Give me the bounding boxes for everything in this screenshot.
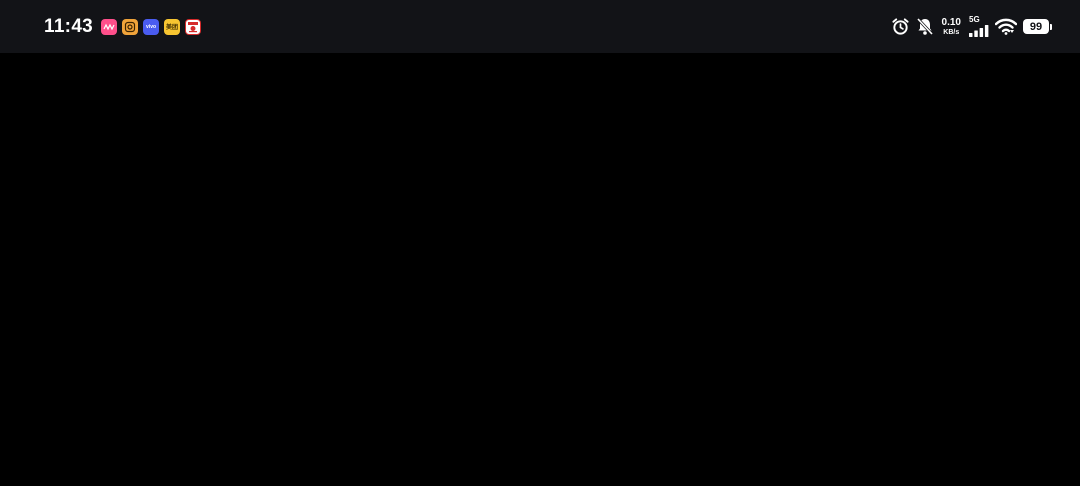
instagram-like-app-icon (122, 18, 139, 35)
status-bar-left: 11:43 vivo 美团 (44, 15, 202, 38)
vivo-app-icon: vivo (143, 18, 160, 35)
main-content-area (0, 53, 1080, 486)
bell-muted-icon (916, 17, 934, 36)
network-speed-value: 0.10 (941, 16, 961, 28)
screen: 11:43 vivo 美团 0.10 KB/s 5G 99 (0, 0, 1080, 486)
status-bar-right: 0.10 KB/s 5G 99 (891, 16, 1052, 37)
network-type-label: 5G (969, 15, 980, 24)
network-speed: 0.10 KB/s (941, 16, 961, 36)
battery-level: 99 (1023, 19, 1049, 34)
notification-icons: vivo 美团 (101, 18, 202, 35)
cellular-signal: 5G (969, 16, 989, 37)
battery-cap (1050, 23, 1052, 30)
signal-bars-icon (969, 25, 989, 37)
wifi-icon (995, 18, 1017, 35)
meituan-label: 美团 (166, 25, 179, 31)
clock: 11:43 (44, 15, 94, 37)
alarm-icon (891, 17, 910, 36)
network-speed-unit: KB/s (943, 28, 960, 36)
meituan-app-icon: 美团 (164, 18, 181, 35)
kfc-app-icon (185, 18, 202, 35)
status-bar: 11:43 vivo 美团 0.10 KB/s 5G 99 (0, 0, 1080, 53)
battery-indicator: 99 (1023, 19, 1052, 34)
vivo-label: vivo (146, 23, 157, 30)
pink-app-icon (101, 18, 118, 35)
